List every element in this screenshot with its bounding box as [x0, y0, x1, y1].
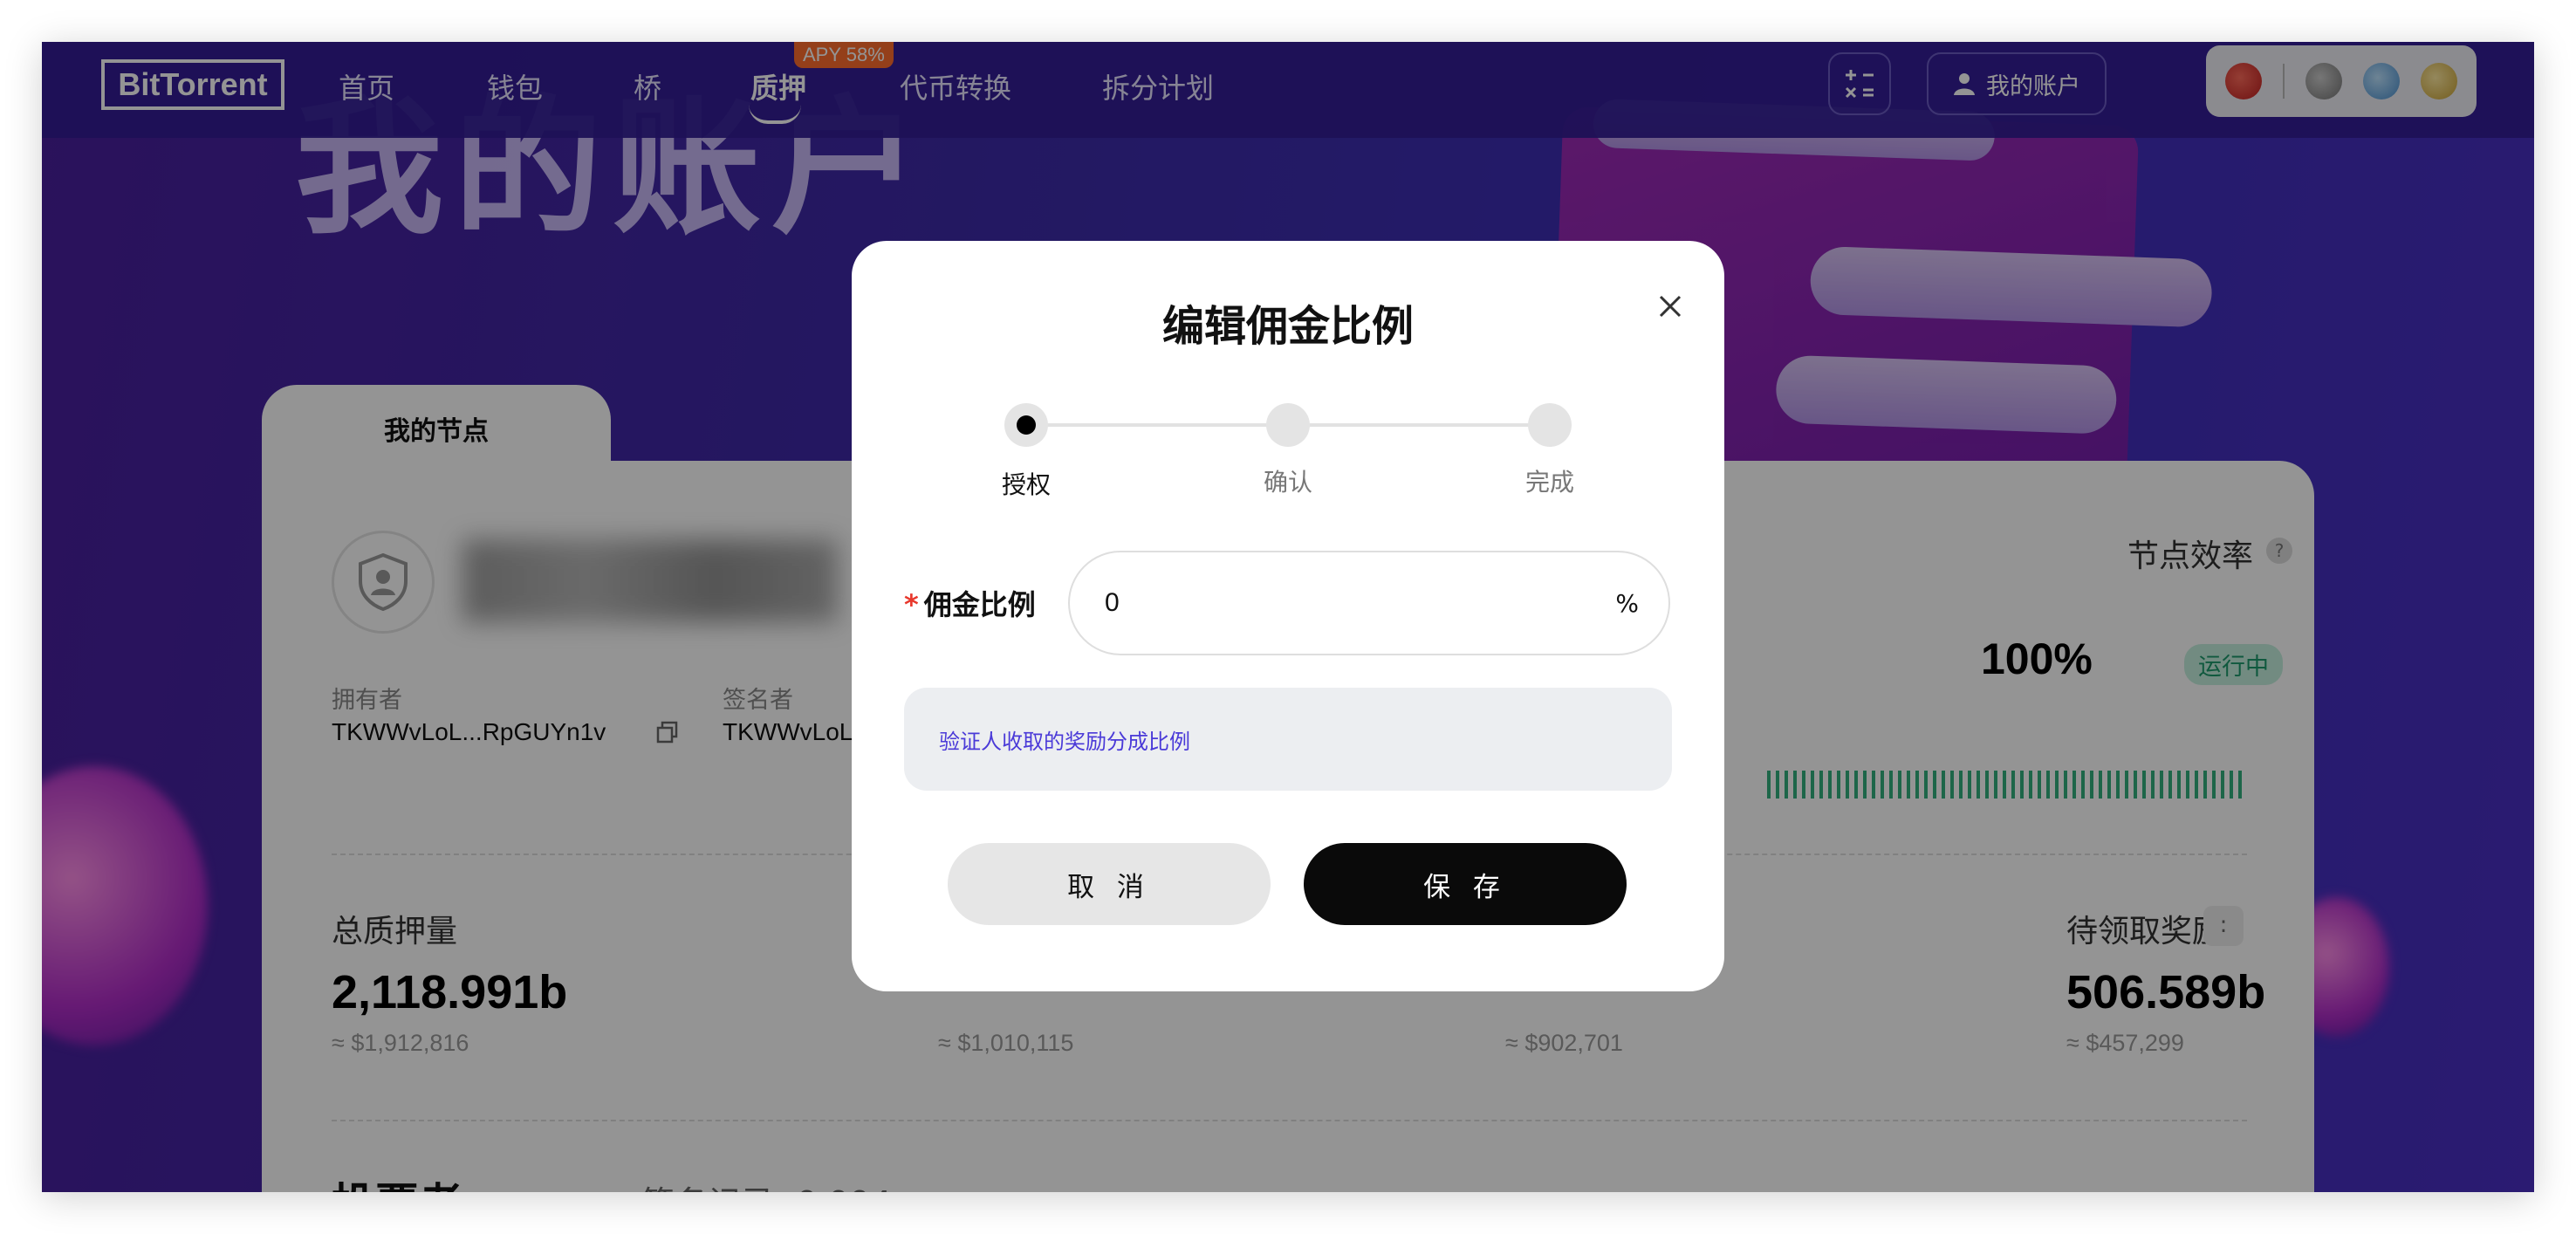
commission-rate-input[interactable]	[1105, 588, 1616, 618]
step-dot-complete	[1528, 403, 1572, 447]
step-label-authorize: 授权	[1001, 470, 1051, 499]
hint-box: 验证人收取的奖励分成比例	[904, 688, 1672, 791]
edit-commission-modal: 编辑佣金比例 授权 确认 完成 *佣金比例 % 验证人收取的奖励分成比例 取 消…	[852, 241, 1724, 991]
commission-rate-label-text: 佣金比例	[923, 588, 1036, 621]
cancel-button[interactable]: 取 消	[948, 843, 1271, 925]
step-label-confirm: 确认	[1263, 468, 1312, 497]
close-icon	[1659, 295, 1682, 318]
browser-frame: 我的账户 我的节点 拥有者 TKWWvLoL...RpGUYn1v 签名者 ✎	[42, 42, 2534, 1192]
required-mark: *	[904, 588, 919, 621]
commission-rate-label: * 佣金比例	[904, 583, 1036, 623]
modal-title: 编辑佣金比例	[1161, 302, 1414, 351]
percent-suffix: %	[1615, 588, 1639, 618]
close-button[interactable]	[1653, 289, 1688, 324]
save-button[interactable]: 保 存	[1304, 843, 1627, 925]
step-dot-confirm	[1266, 403, 1310, 447]
hint-text: 验证人收取的奖励分成比例	[939, 730, 1190, 754]
step-label-complete: 完成	[1524, 468, 1574, 497]
commission-rate-field[interactable]: %	[1068, 551, 1670, 655]
step-dot-authorize	[1004, 403, 1048, 447]
